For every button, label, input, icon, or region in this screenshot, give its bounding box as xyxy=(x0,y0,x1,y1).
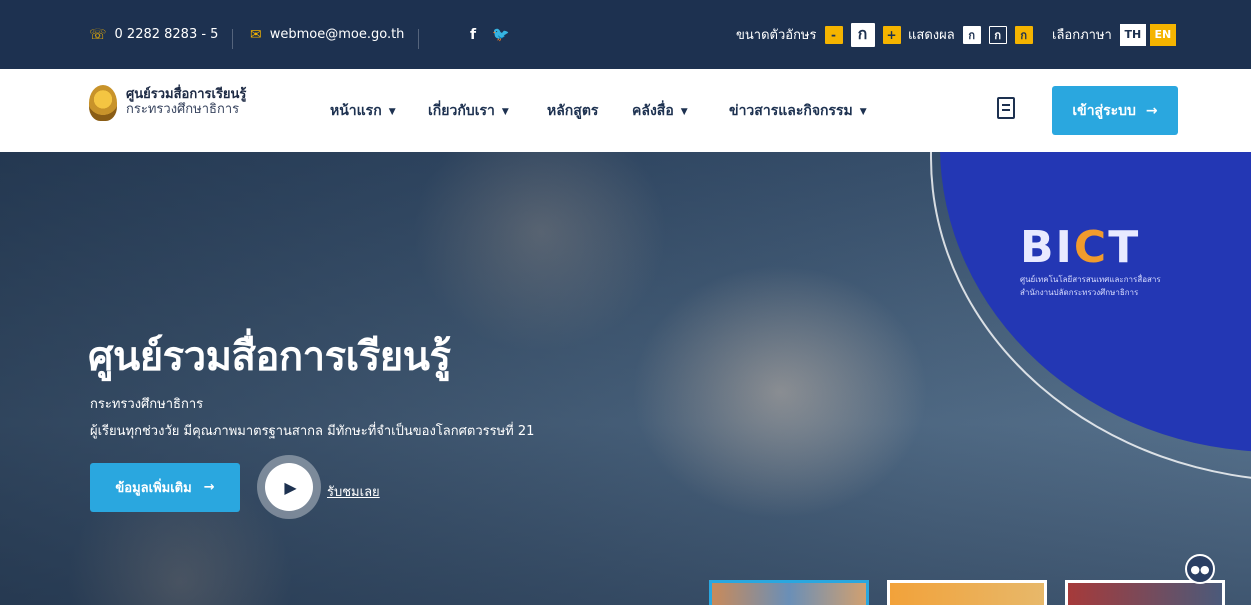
login-label: เข้าสู่ระบบ xyxy=(1072,102,1136,119)
chevron-down-icon: ▼ xyxy=(388,106,396,117)
twitter-icon[interactable]: 🐦 xyxy=(492,27,509,43)
phone-contact[interactable]: ☏ 0 2282 8283 - 5 xyxy=(89,0,218,69)
chatbot-icon[interactable]: ●● xyxy=(1185,554,1215,584)
chevron-down-icon: ▼ xyxy=(501,106,509,117)
hero-tagline: ผู้เรียนทุกช่วงวัย มีคุณภาพมาตรฐานสากล ม… xyxy=(90,424,535,439)
arrow-right-icon: → xyxy=(1145,102,1158,119)
display-mode-control: แสดงผล ก ก ก xyxy=(908,0,1033,69)
email-address: webmoe@moe.go.th xyxy=(269,27,405,42)
facebook-icon[interactable]: f xyxy=(470,27,476,43)
hero-title: ศูนย์รวมสื่อการเรียนรู้ xyxy=(88,334,451,380)
nav-item-media-library[interactable]: คลังสื่อ ▼ xyxy=(632,69,688,152)
hero-thumbnail-1[interactable] xyxy=(709,580,869,605)
display-mode-label: แสดงผล xyxy=(908,28,955,43)
nav-item-about[interactable]: เกี่ยวกับเรา ▼ xyxy=(428,69,509,152)
divider xyxy=(418,29,419,49)
nav-item-label: หน้าแรก xyxy=(330,102,382,119)
phone-icon: ☏ xyxy=(89,26,107,43)
nav-item-news[interactable]: ข่าวสารและกิจกรรม ▼ xyxy=(729,69,867,152)
main-navbar: ศูนย์รวมสื่อการเรียนรู้ กระทรวงศึกษาธิกา… xyxy=(0,69,1251,152)
nav-item-home[interactable]: หน้าแรก ▼ xyxy=(330,69,396,152)
ministry-emblem-icon xyxy=(89,85,117,121)
arrow-right-icon: → xyxy=(203,480,215,495)
font-size-normal-button[interactable]: ก xyxy=(850,22,875,47)
social-links: f 🐦 xyxy=(470,0,510,69)
nav-item-label: คลังสื่อ xyxy=(632,102,674,119)
bict-line-2: สำนักงานปลัดกระทรวงศึกษาธิการ xyxy=(1020,288,1139,297)
chevron-down-icon: ▼ xyxy=(859,106,867,117)
email-contact[interactable]: ✉ webmoe@moe.go.th xyxy=(250,0,404,69)
display-normal-button[interactable]: ก xyxy=(962,25,981,44)
nav-item-curriculum[interactable]: หลักสูตร xyxy=(547,69,598,152)
bict-line-1: ศูนย์เทคโนโลยีสารสนเทศและการสื่อสาร xyxy=(1020,275,1161,284)
font-size-label: ขนาดตัวอักษร xyxy=(736,28,817,43)
display-dark-button[interactable]: ก xyxy=(988,25,1007,44)
font-size-increase-button[interactable]: + xyxy=(882,25,901,44)
font-size-decrease-button[interactable]: - xyxy=(824,25,843,44)
page: ☏ 0 2282 8283 - 5 ✉ webmoe@moe.go.th f 🐦… xyxy=(0,0,1251,605)
top-utility-bar: ☏ 0 2282 8283 - 5 ✉ webmoe@moe.go.th f 🐦… xyxy=(0,0,1251,69)
display-contrast-button[interactable]: ก xyxy=(1014,25,1033,44)
bict-logo: BICT ศูนย์เทคโนโลยีสารสนเทศและการสื่อสาร… xyxy=(1020,222,1161,299)
site-logo[interactable]: ศูนย์รวมสื่อการเรียนรู้ กระทรวงศึกษาธิกา… xyxy=(89,85,246,121)
nav-item-label: เกี่ยวกับเรา xyxy=(428,102,495,119)
font-size-control: ขนาดตัวอักษร - ก + xyxy=(736,0,901,69)
language-th-button[interactable]: TH xyxy=(1119,23,1146,46)
logo-subtitle: กระทรวงศึกษาธิการ xyxy=(126,102,240,117)
play-video-button[interactable]: ▶ xyxy=(257,455,321,519)
play-icon: ▶ xyxy=(265,463,313,511)
hero-thumbnail-2[interactable] xyxy=(887,580,1047,605)
more-info-label: ข้อมูลเพิ่มเติม xyxy=(115,481,192,496)
email-icon: ✉ xyxy=(250,26,262,43)
divider xyxy=(232,29,233,49)
hero-subtitle: กระทรวงศึกษาธิการ xyxy=(90,397,204,412)
bict-wordmark: BICT xyxy=(1020,222,1141,273)
logo-text: ศูนย์รวมสื่อการเรียนรู้ กระทรวงศึกษาธิกา… xyxy=(126,87,247,118)
logo-title: ศูนย์รวมสื่อการเรียนรู้ xyxy=(126,87,247,103)
nav-item-label: ข่าวสารและกิจกรรม xyxy=(729,102,853,119)
book-icon[interactable] xyxy=(997,97,1015,119)
language-label: เลือกภาษา xyxy=(1052,28,1112,43)
more-info-button[interactable]: ข้อมูลเพิ่มเติม → xyxy=(90,463,240,512)
watch-now-link[interactable]: รับชมเลย xyxy=(327,481,380,502)
language-control: เลือกภาษา TH EN xyxy=(1052,0,1176,69)
language-en-button[interactable]: EN xyxy=(1149,23,1176,46)
nav-item-label: หลักสูตร xyxy=(547,102,599,119)
login-button[interactable]: เข้าสู่ระบบ → xyxy=(1052,86,1178,135)
phone-number: 0 2282 8283 - 5 xyxy=(114,27,219,42)
hero-banner: BICT ศูนย์เทคโนโลยีสารสนเทศและการสื่อสาร… xyxy=(0,152,1251,605)
chevron-down-icon: ▼ xyxy=(680,106,688,117)
